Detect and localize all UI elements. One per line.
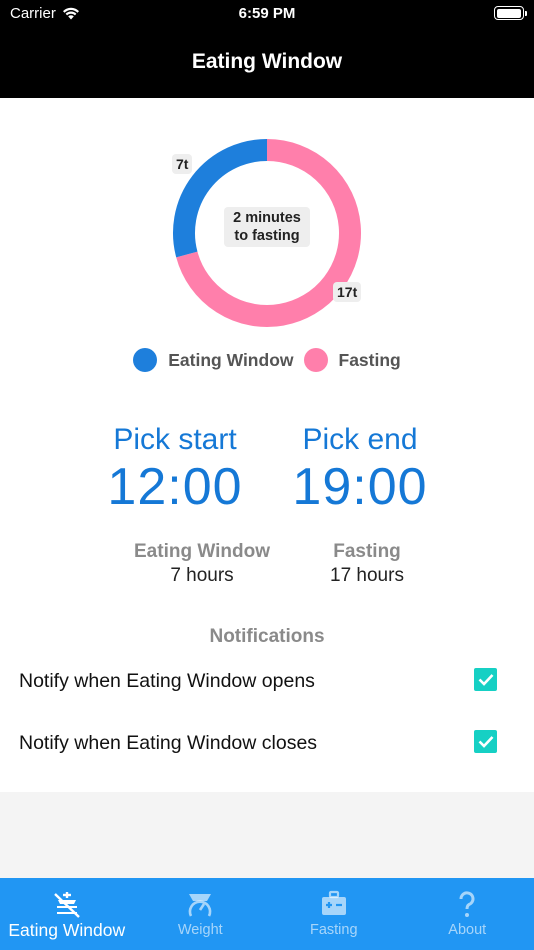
chart-legend: Eating Window Fasting (0, 348, 534, 372)
tab-about-label: About (448, 922, 487, 938)
legend-fasting-label: Fasting (338, 349, 401, 370)
fasting-summary-title: Fasting (333, 541, 401, 562)
scale-icon (184, 888, 216, 920)
notify-open-checkbox[interactable] (474, 668, 497, 691)
eating-summary-value: 7 hours (170, 565, 234, 586)
tab-about[interactable]: About (401, 878, 534, 950)
notify-close-label: Notify when Eating Window closes (19, 732, 318, 754)
donut-center-text: 2 minutes to fasting (224, 207, 310, 247)
fasting-summary-value: 17 hours (330, 565, 404, 586)
legend-fasting: Fasting (303, 348, 401, 372)
tab-fasting[interactable]: Fasting (267, 878, 401, 950)
checkmark-icon (478, 736, 493, 748)
status-bar: Carrier 6:59 PM (0, 0, 534, 28)
donut-eating-label: 7t (172, 154, 193, 174)
pick-start-button[interactable]: Pick start 12:00 (95, 423, 255, 517)
pick-end-label: Pick end (302, 423, 418, 456)
checkmark-icon (478, 674, 493, 686)
no-food-icon (51, 888, 83, 920)
legend-eating: Eating Window (133, 348, 294, 372)
legend-eating-label: Eating Window (168, 349, 294, 370)
tab-weight-label: Weight (177, 922, 223, 938)
question-icon (451, 888, 483, 920)
notifications-heading: Notifications (209, 626, 325, 647)
countdown-line1: 2 minutes (233, 210, 301, 226)
app-header: Carrier 6:59 PM Eating Window (0, 0, 534, 98)
countdown-line2: to fasting (234, 228, 300, 244)
legend-fasting-dot (303, 348, 328, 372)
donut-fasting-label: 17t (333, 282, 362, 302)
medical-kit-icon (318, 888, 350, 920)
eating-window-summary: Eating Window 7 hours (112, 541, 292, 587)
empty-footer-area (0, 792, 534, 878)
legend-eating-dot (133, 348, 158, 372)
pick-end-button[interactable]: Pick end 19:00 (280, 423, 440, 517)
tab-fasting-label: Fasting (309, 922, 358, 938)
notify-open-label: Notify when Eating Window opens (19, 670, 315, 692)
start-time-value: 12:00 (107, 458, 243, 516)
tab-weight[interactable]: Weight (134, 878, 268, 950)
notify-close-checkbox[interactable] (474, 730, 497, 753)
tab-eating-window[interactable]: Eating Window (0, 878, 134, 950)
fasting-summary: Fasting 17 hours (302, 541, 432, 587)
main-content: 7t 17t 2 minutes to fasting Eating Windo… (0, 98, 534, 792)
notify-open-row[interactable]: Notify when Eating Window opens (19, 667, 499, 697)
pick-start-label: Pick start (113, 423, 237, 456)
notify-close-row[interactable]: Notify when Eating Window closes (19, 729, 499, 759)
end-time-value: 19:00 (292, 458, 428, 516)
eating-summary-title: Eating Window (134, 541, 270, 562)
page-title: Eating Window (191, 50, 343, 73)
status-time: 6:59 PM (238, 5, 296, 22)
bottom-tab-bar: Eating Window Weight Fasting About (0, 878, 534, 950)
tab-eating-window-label: Eating Window (8, 920, 126, 940)
battery-icon (494, 6, 527, 20)
